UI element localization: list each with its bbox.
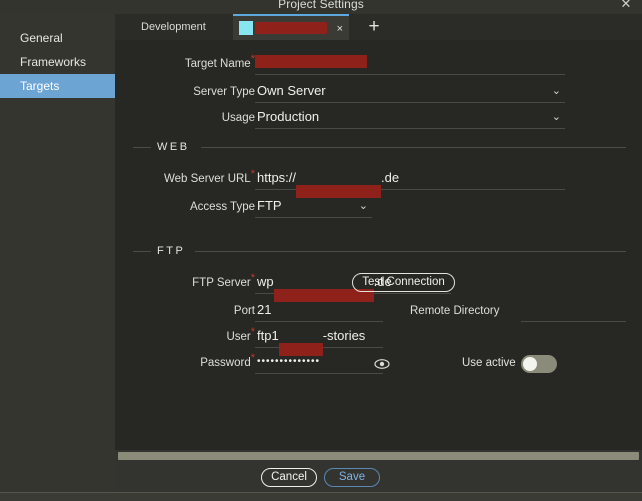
settings-sidebar: General Frameworks Targets bbox=[0, 14, 115, 492]
use-active-label: Use active bbox=[462, 357, 516, 369]
horizontal-scrollbar-thumb[interactable] bbox=[118, 452, 639, 460]
horizontal-scrollbar[interactable] bbox=[118, 452, 639, 460]
web-group-line-left bbox=[133, 147, 151, 148]
target-name-redaction bbox=[255, 55, 367, 68]
remote-directory-label: Remote Directory bbox=[410, 305, 500, 317]
chevron-down-icon: ⌄ bbox=[551, 85, 561, 97]
ftp-server-label: FTP Server* bbox=[192, 272, 255, 289]
row-ftp-server: FTP Server* bbox=[115, 271, 255, 295]
user-input[interactable]: ftp1 -stories bbox=[255, 325, 383, 356]
target-color-swatch-icon bbox=[239, 21, 253, 35]
ftp-group-line-right bbox=[195, 251, 626, 252]
chevron-down-icon: ⌄ bbox=[551, 111, 561, 123]
target-settings-panel: Target Name* Server Type Own Server ⌄ Us… bbox=[115, 40, 642, 450]
server-type-select[interactable]: Own Server ⌄ bbox=[255, 80, 565, 103]
row-server-type: Server Type bbox=[115, 80, 255, 104]
tab-active-target[interactable]: × bbox=[233, 14, 349, 40]
row-password: Password* bbox=[115, 351, 255, 375]
target-tab-strip: Development × + bbox=[115, 14, 642, 40]
web-section-title: WEB bbox=[157, 141, 190, 153]
sidebar-item-general[interactable]: General bbox=[0, 26, 115, 50]
target-name-input[interactable] bbox=[255, 52, 565, 75]
toggle-knob bbox=[523, 357, 537, 371]
tab-close-icon[interactable]: × bbox=[337, 16, 343, 42]
sidebar-item-frameworks[interactable]: Frameworks bbox=[0, 50, 115, 74]
web-server-url-label: Web Server URL* bbox=[164, 168, 255, 185]
port-value: 21 bbox=[257, 302, 272, 317]
row-usage: Usage bbox=[115, 106, 255, 130]
password-label: Password* bbox=[200, 352, 255, 369]
project-settings-window: Project Settings ✕ General Frameworks Ta… bbox=[0, 0, 642, 492]
user-label: User* bbox=[226, 326, 255, 343]
chevron-down-icon: ⌄ bbox=[358, 200, 368, 212]
use-active-toggle[interactable] bbox=[521, 355, 557, 373]
row-access-type: Access Type bbox=[115, 195, 255, 219]
eye-icon[interactable] bbox=[374, 357, 390, 371]
tab-label-redacted bbox=[255, 22, 327, 34]
target-name-label: Target Name* bbox=[184, 53, 255, 70]
access-type-label: Access Type bbox=[190, 201, 255, 213]
ftp-group-line-left bbox=[133, 251, 151, 252]
save-button[interactable]: Save bbox=[324, 468, 380, 487]
user-value: ftp1 -stories bbox=[257, 325, 365, 356]
tab-development[interactable]: Development bbox=[131, 14, 216, 40]
row-user: User* bbox=[115, 325, 255, 349]
remote-directory-input[interactable] bbox=[521, 299, 626, 322]
password-value: •••••••••••••• bbox=[257, 356, 321, 367]
usage-label: Usage bbox=[221, 112, 255, 124]
window-title-bar: Project Settings ✕ bbox=[0, 0, 642, 14]
access-type-value: FTP bbox=[257, 198, 282, 213]
eye-icon-svg bbox=[374, 359, 390, 369]
usage-value: Production bbox=[257, 109, 320, 124]
port-label: Port bbox=[233, 305, 255, 317]
row-target-name: Target Name* bbox=[115, 52, 255, 76]
test-connection-button[interactable]: Test Connection bbox=[352, 273, 455, 292]
window-title: Project Settings bbox=[278, 0, 364, 11]
sidebar-item-targets[interactable]: Targets bbox=[0, 74, 115, 98]
server-type-value: Own Server bbox=[257, 83, 326, 98]
web-group-line-right bbox=[201, 147, 626, 148]
web-server-url-input[interactable]: https://.de bbox=[255, 167, 565, 198]
dialog-footer: Cancel Save bbox=[0, 462, 642, 492]
cancel-button[interactable]: Cancel bbox=[261, 468, 317, 487]
row-web-server-url: Web Server URL* bbox=[115, 167, 255, 191]
close-icon[interactable]: ✕ bbox=[618, 0, 634, 12]
server-type-label: Server Type bbox=[193, 86, 255, 98]
add-target-button[interactable]: + bbox=[363, 16, 385, 38]
port-input[interactable]: 21 bbox=[255, 299, 383, 322]
web-server-url-value: https://.de bbox=[257, 167, 399, 198]
row-port: Port bbox=[115, 299, 255, 323]
usage-select[interactable]: Production ⌄ bbox=[255, 106, 565, 129]
password-input[interactable]: •••••••••••••• bbox=[255, 351, 383, 374]
ftp-section-title: FTP bbox=[157, 245, 186, 257]
access-type-select[interactable]: FTP ⌄ bbox=[255, 195, 372, 218]
